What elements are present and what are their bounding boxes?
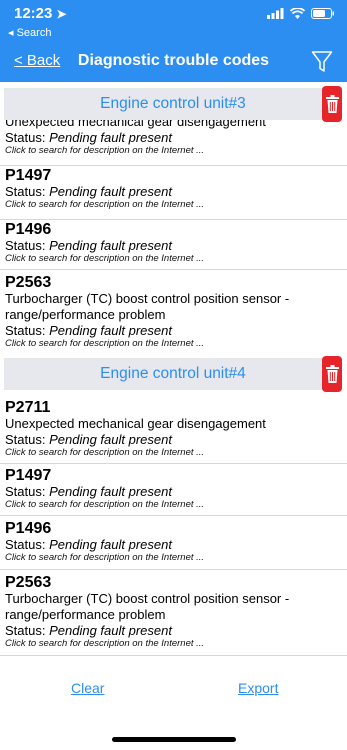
export-button[interactable]: Export [238, 680, 278, 696]
fault-status: Status: Pending fault present [5, 323, 172, 338]
page-title: Diagnostic trouble codes [77, 52, 270, 69]
search-hint[interactable]: Click to search for description on the I… [5, 499, 337, 511]
fault-code: P2563 [5, 574, 52, 591]
wifi-icon [290, 8, 305, 19]
section-header-unit3: Engine control unit#3 [4, 86, 342, 122]
fault-description: Turbocharger (TC) boost control position… [5, 291, 290, 322]
top-bar: 12:23 ➤ ◂ Search < Back Diagnostic troub… [0, 0, 347, 82]
location-arrow-icon: ➤ [56, 7, 67, 21]
trash-icon [325, 365, 339, 383]
search-hint[interactable]: Click to search for description on the I… [5, 638, 337, 650]
search-hint[interactable]: Click to search for description on the I… [5, 552, 337, 564]
filter-icon[interactable] [311, 50, 333, 74]
clear-button[interactable]: Clear [71, 680, 104, 696]
fault-status: Status: Pending fault present [5, 484, 172, 499]
fault-item[interactable]: P2563 Turbocharger (TC) boost control po… [0, 570, 347, 656]
status-time: 12:23 ➤ [14, 5, 67, 22]
search-hint[interactable]: Click to search for description on the I… [5, 145, 337, 157]
fault-status: Status: Pending fault present [5, 130, 172, 145]
fault-item[interactable]: P1497 Status: Pending fault present Clic… [0, 464, 347, 516]
fault-code: P1496 [5, 520, 52, 537]
fault-description: Unexpected mechanical gear disengagement [5, 416, 266, 431]
fault-item[interactable]: P2711 Unexpected mechanical gear disenga… [0, 396, 347, 464]
fault-code: P2563 [5, 274, 52, 291]
search-hint[interactable]: Click to search for description on the I… [5, 447, 337, 459]
fault-status: Status: Pending fault present [5, 238, 172, 253]
fault-item[interactable]: P2563 Turbocharger (TC) boost control po… [0, 270, 347, 352]
search-hint[interactable]: Click to search for description on the I… [5, 338, 337, 350]
fault-code: P1497 [5, 167, 52, 184]
delete-unit4-button[interactable] [322, 356, 342, 392]
home-indicator[interactable] [112, 737, 236, 742]
fault-item[interactable]: P1497 Status: Pending fault present Clic… [0, 166, 347, 220]
signal-icon [267, 8, 284, 19]
fault-code: P1497 [5, 467, 52, 484]
fault-item[interactable]: P1496 Status: Pending fault present Clic… [0, 220, 347, 270]
fault-status: Status: Pending fault present [5, 537, 172, 552]
status-icons [267, 8, 335, 19]
fault-code: P1496 [5, 221, 52, 238]
fault-code: P2711 [5, 399, 51, 416]
search-hint[interactable]: Click to search for description on the I… [5, 253, 337, 265]
fault-item[interactable]: Unexpected mechanical gear disengagement… [0, 120, 347, 166]
section-header-unit4: Engine control unit#4 [4, 356, 342, 392]
return-to-search-link[interactable]: ◂ Search [8, 26, 51, 39]
battery-icon [311, 8, 334, 19]
delete-unit3-button[interactable] [322, 86, 342, 122]
fault-status: Status: Pending fault present [5, 432, 172, 447]
fault-status: Status: Pending fault present [5, 184, 172, 199]
fault-item[interactable]: P1496 Status: Pending fault present Clic… [0, 516, 347, 570]
trash-icon [325, 95, 339, 113]
fault-status: Status: Pending fault present [5, 623, 172, 638]
search-hint[interactable]: Click to search for description on the I… [5, 199, 337, 211]
fault-description: Turbocharger (TC) boost control position… [5, 591, 290, 622]
